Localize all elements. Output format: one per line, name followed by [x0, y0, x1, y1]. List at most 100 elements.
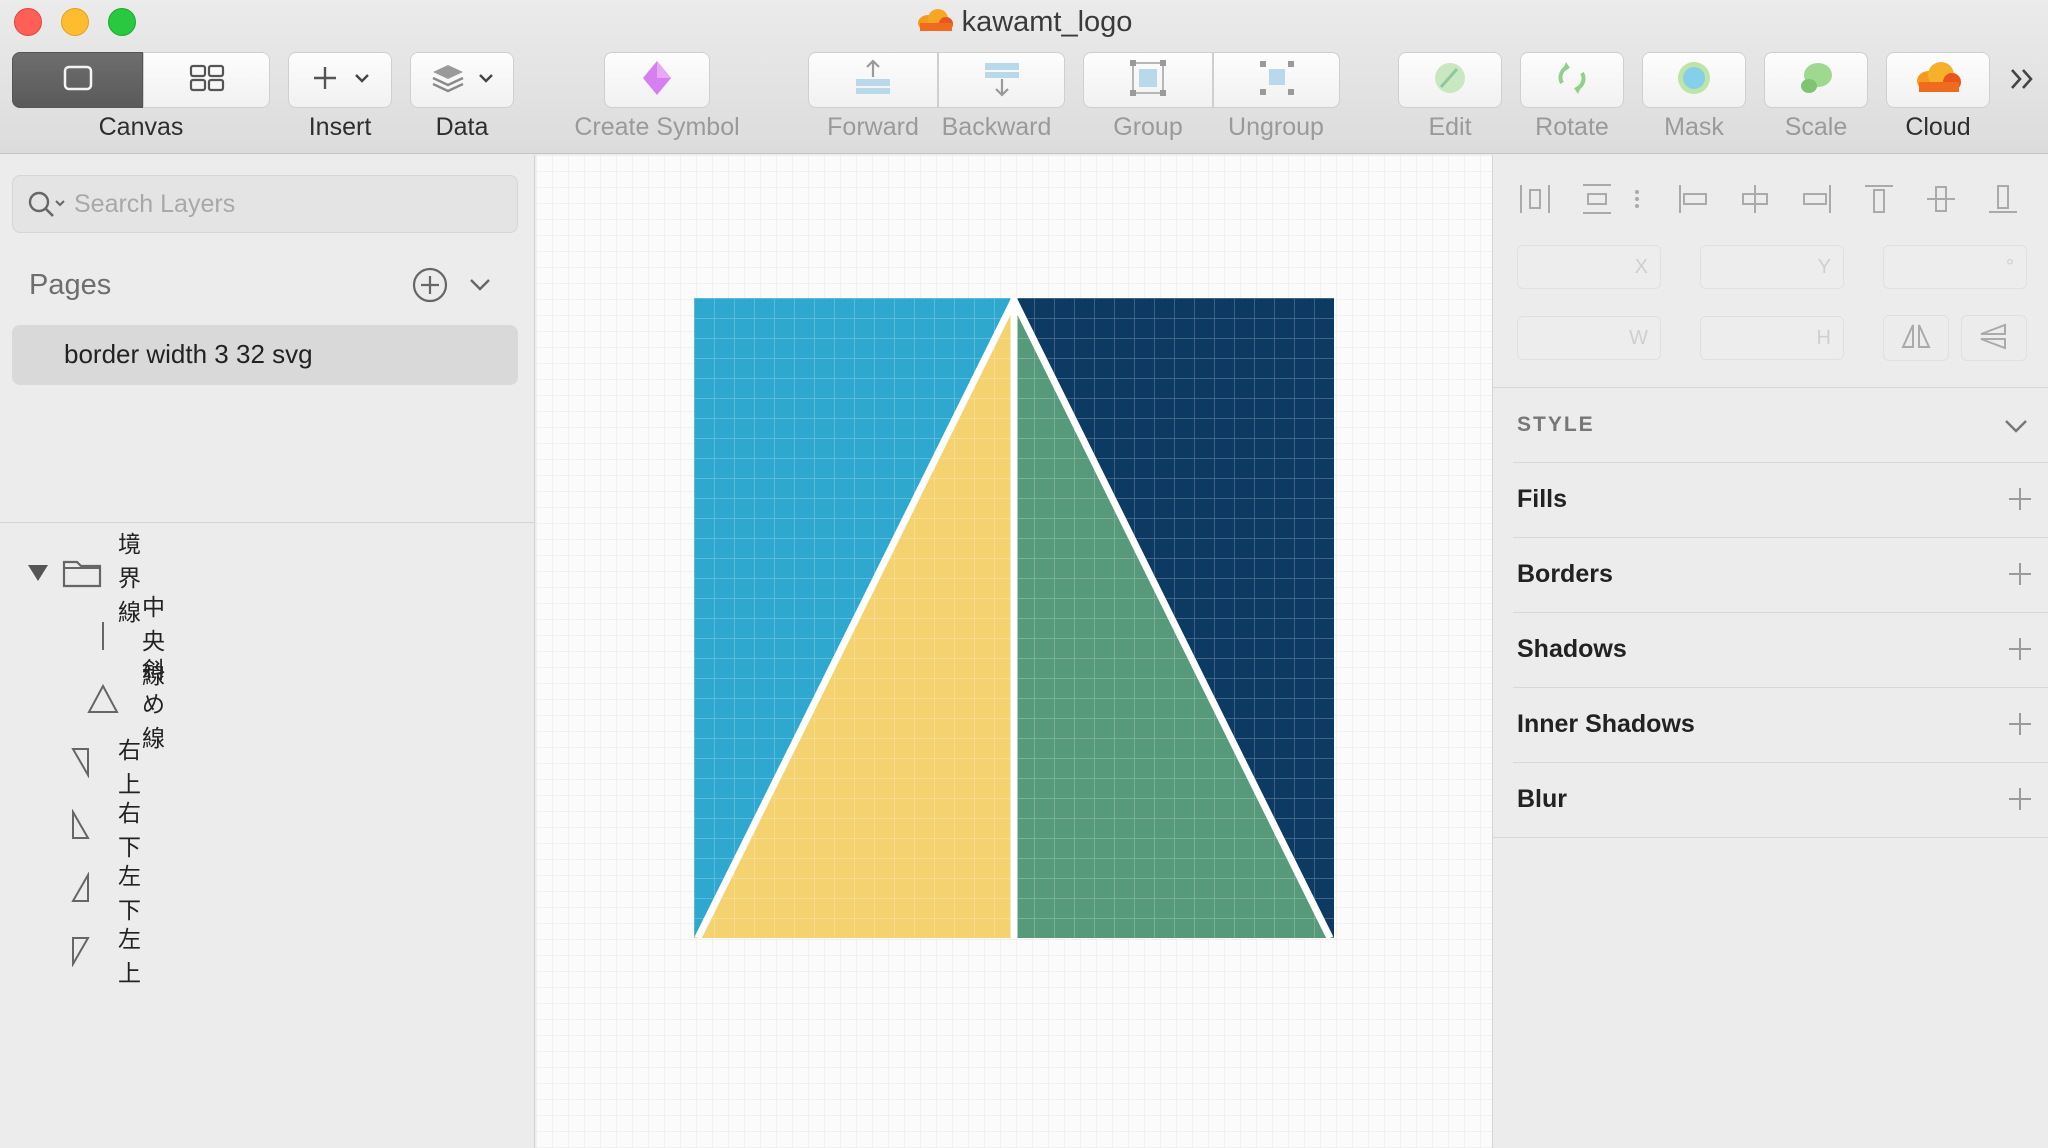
borders-section-label: Borders [1517, 560, 1613, 588]
group-icon [1128, 59, 1168, 102]
pages-label: Pages [29, 269, 112, 301]
folder-icon [62, 556, 102, 596]
add-fill-icon[interactable] [2007, 486, 2033, 512]
layer-item[interactable]: 中央線 [86, 594, 165, 688]
layer-label: 斜め線 [142, 657, 165, 751]
distribute-vertical-icon[interactable] [1579, 181, 1615, 217]
width-field[interactable]: W [1517, 316, 1661, 360]
flip-horizontal-icon [1899, 321, 1933, 356]
align-left-icon[interactable] [1675, 181, 1711, 217]
chevron-down-icon [478, 71, 494, 89]
chevron-down-icon[interactable] [468, 277, 492, 298]
scale-icon [1796, 59, 1836, 102]
add-inner-shadow-icon[interactable] [2007, 711, 2033, 737]
style-header: STYLE [1517, 413, 1595, 436]
layer-label: 右下 [118, 800, 141, 860]
flip-vertical-icon [1977, 321, 2011, 356]
add-blur-icon[interactable] [2007, 786, 2033, 812]
cloud-label: Cloud [1905, 113, 1971, 141]
canvas-view-button[interactable] [12, 52, 143, 108]
mask-button[interactable] [1642, 52, 1746, 108]
grid-view-button[interactable] [143, 52, 270, 108]
forward-button[interactable] [808, 52, 938, 108]
rotate-button[interactable] [1520, 52, 1624, 108]
layer-item[interactable]: 右下 [68, 800, 141, 860]
height-field[interactable]: H [1700, 316, 1844, 360]
chevron-down-icon[interactable] [2003, 417, 2029, 440]
align-bottom-icon[interactable] [1985, 181, 2021, 217]
scale-label: Scale [1784, 113, 1848, 141]
add-page-icon[interactable] [412, 267, 448, 308]
triangle-outline-icon [86, 683, 120, 721]
layer-item-group[interactable]: 境界線 [26, 531, 141, 625]
edit-button[interactable] [1398, 52, 1502, 108]
disclosure-triangle-icon[interactable] [26, 562, 50, 590]
layer-label: 右上 [118, 737, 141, 797]
create-symbol-button[interactable] [604, 52, 710, 108]
triangle-right-top-icon [68, 746, 94, 784]
create-symbol-label: Create Symbol [574, 113, 740, 141]
align-center-horizontal-icon[interactable] [1737, 181, 1773, 217]
add-border-icon[interactable] [2007, 561, 2033, 587]
triangle-left-top-icon [68, 935, 94, 973]
layer-label: 左上 [118, 926, 141, 986]
logo-artwork[interactable] [694, 298, 1334, 938]
backward-button[interactable] [938, 52, 1065, 108]
page-item[interactable]: border width 3 32 svg [12, 325, 518, 385]
inspector-panel: X Y ° W H STYLE Fills Borders Shadows In… [1492, 155, 2048, 1148]
triangle-right-bottom-icon [68, 808, 94, 847]
canvas[interactable] [536, 155, 1492, 1148]
layers-panel: Search Layers Pages border width 3 32 sv… [0, 155, 535, 1148]
fills-section-label: Fills [1517, 485, 1568, 513]
cloud-button[interactable] [1886, 52, 1990, 108]
inner-shadows-section-label: Inner Shadows [1517, 710, 1695, 738]
add-shadow-icon[interactable] [2007, 636, 2033, 662]
edit-icon [1431, 59, 1469, 102]
ungroup-button[interactable] [1213, 52, 1340, 108]
backward-icon [982, 59, 1022, 102]
rotation-field[interactable]: ° [1883, 245, 2027, 289]
edit-label: Edit [1428, 113, 1472, 141]
scale-button[interactable] [1764, 52, 1868, 108]
distribute-horizontal-icon[interactable] [1517, 181, 1553, 217]
align-top-icon[interactable] [1861, 181, 1897, 217]
flip-horizontal-button[interactable] [1883, 315, 1949, 361]
layer-item[interactable]: 右上 [68, 737, 141, 797]
mask-label: Mask [1664, 113, 1724, 141]
group-label: Group [1113, 113, 1183, 141]
backward-label: Backward [941, 113, 1052, 141]
mask-icon [1674, 59, 1714, 102]
more-options-icon[interactable] [1631, 181, 1667, 217]
title-bar: kawamt_logo Canvas Insert Data Create Sy… [0, 0, 2048, 154]
grid-view-icon [189, 64, 225, 97]
search-placeholder: Search Layers [74, 190, 236, 218]
panel-divider [0, 522, 535, 523]
align-right-icon[interactable] [1799, 181, 1835, 217]
more-icon[interactable] [2008, 64, 2038, 99]
layer-label: 境界線 [118, 531, 141, 625]
section-divider [1513, 537, 2048, 538]
search-layers-input[interactable]: Search Layers [12, 175, 518, 233]
data-label: Data [435, 113, 489, 141]
section-divider [1513, 687, 2048, 688]
layer-item[interactable]: 左上 [68, 926, 141, 986]
symbol-diamond-icon [640, 59, 674, 102]
inspector-divider [1493, 387, 2048, 388]
layer-item[interactable]: 斜め線 [86, 657, 165, 751]
forward-icon [853, 58, 893, 102]
insert-button[interactable] [288, 52, 392, 108]
ungroup-label: Ungroup [1228, 113, 1324, 141]
chevron-down-icon [354, 71, 370, 89]
y-field[interactable]: Y [1700, 245, 1844, 289]
cloud-icon [1914, 61, 1962, 100]
plus-icon [310, 63, 340, 98]
data-stack-icon [430, 61, 466, 100]
data-button[interactable] [410, 52, 514, 108]
group-button[interactable] [1083, 52, 1213, 108]
forward-label: Forward [827, 113, 919, 141]
align-middle-vertical-icon[interactable] [1923, 181, 1959, 217]
x-field[interactable]: X [1517, 245, 1661, 289]
flip-vertical-button[interactable] [1961, 315, 2027, 361]
layer-item[interactable]: 左下 [68, 863, 141, 923]
line-icon [86, 620, 116, 658]
